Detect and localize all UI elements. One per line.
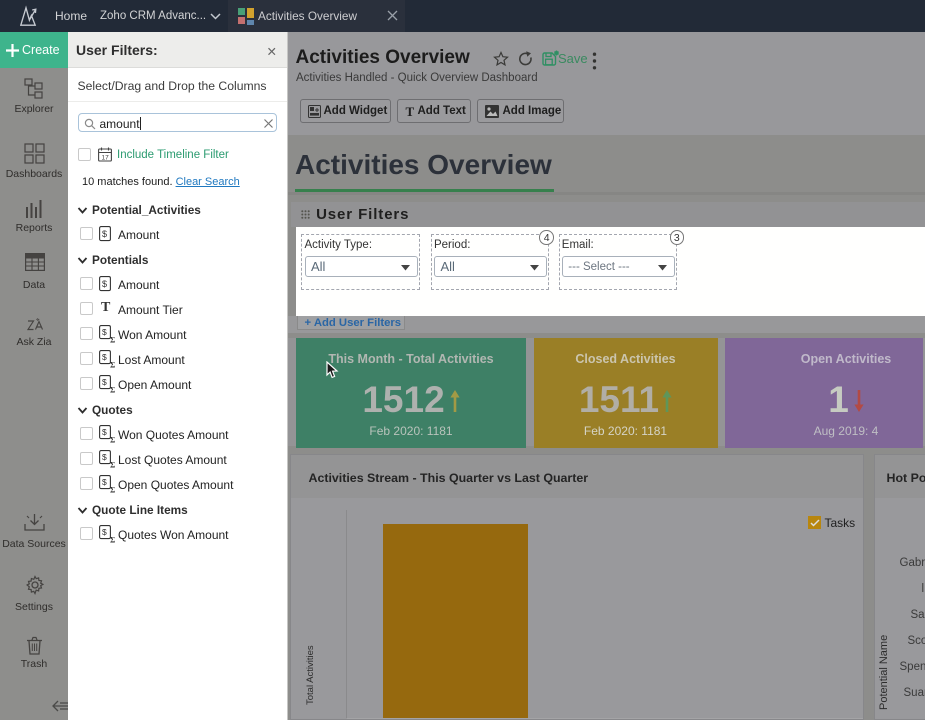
svg-text:Σ: Σ xyxy=(110,486,115,494)
svg-text:Σ: Σ xyxy=(110,361,115,369)
svg-text:$: $ xyxy=(102,427,107,437)
svg-text:$: $ xyxy=(102,327,107,337)
svg-text:$: $ xyxy=(102,527,107,537)
svg-text:$: $ xyxy=(102,452,107,462)
svg-text:17: 17 xyxy=(102,155,110,162)
svg-text:$: $ xyxy=(102,377,107,387)
svg-text:Σ: Σ xyxy=(110,461,115,469)
svg-text:Σ: Σ xyxy=(110,536,115,544)
svg-text:Σ: Σ xyxy=(110,436,115,444)
svg-text:$: $ xyxy=(102,279,107,289)
svg-text:$: $ xyxy=(102,352,107,362)
svg-text:Σ: Σ xyxy=(110,336,115,344)
svg-text:$: $ xyxy=(102,477,107,487)
svg-text:$: $ xyxy=(102,229,107,239)
svg-text:Σ: Σ xyxy=(110,386,115,394)
